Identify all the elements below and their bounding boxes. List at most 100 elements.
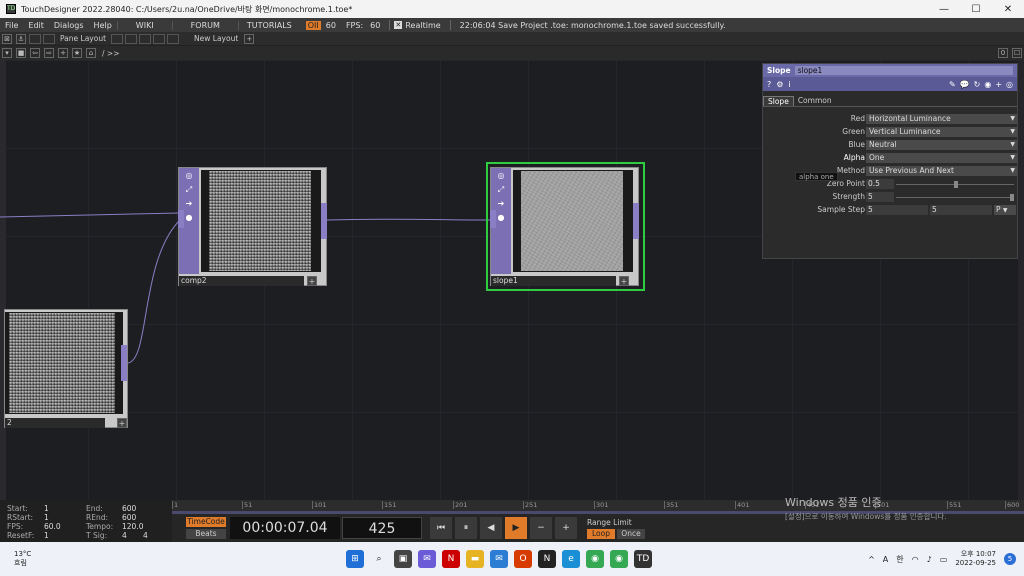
left-output-port[interactable]	[121, 345, 127, 381]
slider-knob[interactable]	[954, 181, 958, 188]
comp-input-port[interactable]	[178, 210, 184, 228]
realtime-checkbox[interactable]: ✕	[394, 21, 403, 29]
param-green-menu[interactable]: Vertical Luminance ▼	[866, 127, 1017, 137]
viewer-icon[interactable]: ◎	[184, 171, 194, 181]
color-icon[interactable]: ◉	[984, 80, 991, 89]
clock[interactable]: 오후 10:07 2022-09-25	[955, 550, 996, 568]
sample-step-mode[interactable]: P ▼	[994, 205, 1016, 215]
rewind-icon[interactable]: ⏮	[430, 517, 452, 539]
slope-node[interactable]: ◎ ⤢ ➔ ● slope1 +	[490, 167, 639, 286]
lock-icon[interactable]: ●	[496, 213, 506, 223]
slope-output-port[interactable]	[633, 203, 639, 239]
lock-icon[interactable]: ●	[184, 213, 194, 223]
pane-layout-label[interactable]: Pane Layout	[56, 34, 110, 43]
slope-node-label[interactable]: slope1	[491, 276, 616, 286]
end-value[interactable]: 600	[122, 504, 136, 513]
chat-icon[interactable]: ✉	[418, 550, 437, 568]
timecode-toggle[interactable]: TimeCode	[186, 517, 226, 527]
node-add-icon[interactable]: +	[117, 418, 127, 428]
start-icon[interactable]: ⊞	[346, 550, 365, 568]
start-value[interactable]: 1	[44, 504, 49, 513]
add-param-icon[interactable]: +	[995, 80, 1002, 89]
ime-language[interactable]: 한	[896, 554, 903, 565]
once-button[interactable]: Once	[617, 528, 645, 539]
bypass-icon[interactable]: ⤢	[496, 185, 506, 195]
left-node-label[interactable]: 2	[5, 418, 105, 428]
network-path[interactable]: / >>	[102, 49, 119, 58]
ime-mode[interactable]: A	[883, 555, 888, 564]
edge-icon[interactable]: e	[562, 550, 581, 568]
menu-file[interactable]: File	[0, 21, 23, 30]
display-icon[interactable]: ➔	[184, 199, 194, 209]
wiki-button[interactable]: WIKI	[116, 20, 172, 30]
menu-dialogs[interactable]: Dialogs	[49, 21, 89, 30]
viewer-icon[interactable]: ◎	[496, 171, 506, 181]
rend-value[interactable]: 600	[122, 513, 136, 522]
back-icon[interactable]: ⇦	[30, 48, 40, 58]
forward-icon[interactable]: ⇨	[44, 48, 54, 58]
file-explorer-icon[interactable]: ▬	[466, 550, 485, 568]
display-icon[interactable]: ➔	[496, 199, 506, 209]
oii-button[interactable]: OII	[305, 20, 321, 30]
edit-icon[interactable]: ✎	[949, 80, 956, 89]
tsig-value-2[interactable]: 4	[143, 531, 148, 540]
layout-grid-icon[interactable]	[29, 33, 41, 44]
comment-icon[interactable]: 💬	[960, 80, 970, 89]
comp-node-label[interactable]: comp2	[179, 276, 304, 286]
node-add-icon[interactable]: +	[619, 276, 629, 286]
search-icon[interactable]: ⌕	[370, 550, 388, 568]
resetf-value[interactable]: 1	[44, 531, 49, 540]
star-icon[interactable]: ★	[72, 48, 82, 58]
wifi-icon[interactable]: ◠	[912, 555, 919, 564]
close-button[interactable]: ✕	[992, 0, 1024, 18]
operator-name[interactable]: slope1	[794, 66, 1013, 75]
tab-common[interactable]: Common	[794, 96, 836, 105]
window-icon[interactable]: ☐	[1012, 48, 1022, 58]
frame-display[interactable]: 425	[342, 517, 422, 539]
help-icon[interactable]: ?	[767, 80, 771, 89]
menu-edit[interactable]: Edit	[23, 21, 49, 30]
layout-grid-icon[interactable]	[111, 33, 124, 44]
strength-field[interactable]: 5	[866, 192, 894, 202]
bypass-icon[interactable]: ⤢	[184, 185, 194, 195]
battery-icon[interactable]: ▭	[940, 555, 948, 564]
layout-grid-icon[interactable]	[43, 33, 55, 44]
timecode-display[interactable]: 00:00:07.04	[230, 517, 340, 539]
slope-input-port[interactable]	[490, 210, 496, 228]
param-alpha-menu[interactable]: One ▼	[866, 153, 1017, 163]
chrome-icon[interactable]: ◉	[586, 550, 605, 568]
layout-grid-icon[interactable]	[153, 33, 166, 44]
maximize-button[interactable]: ☐	[960, 0, 992, 18]
loop-button[interactable]: Loop	[587, 528, 615, 539]
layout-grid-icon[interactable]	[139, 33, 152, 44]
layout-grid-icon[interactable]	[167, 33, 180, 44]
tutorials-button[interactable]: TUTORIALS	[237, 20, 300, 30]
office-icon[interactable]: O	[514, 550, 533, 568]
layout-grid-icon[interactable]	[125, 33, 138, 44]
mail-icon[interactable]: ✉	[490, 550, 509, 568]
netflix-icon[interactable]: N	[442, 550, 461, 568]
stop-icon[interactable]: ■	[16, 48, 26, 58]
refresh-icon[interactable]: ↻	[974, 80, 981, 89]
zero-point-field[interactable]: 0.5	[866, 179, 894, 189]
notification-badge[interactable]: 5	[1004, 553, 1016, 565]
rstart-value[interactable]: 1	[44, 513, 49, 522]
strength-slider[interactable]	[896, 194, 1014, 201]
node-add-icon[interactable]: +	[307, 276, 317, 286]
param-red-menu[interactable]: Horizontal Luminance ▼	[866, 114, 1017, 124]
tab-slope[interactable]: Slope	[763, 95, 794, 106]
tsig-value-1[interactable]: 4	[122, 531, 127, 540]
fps-value[interactable]: 60.0	[44, 522, 61, 531]
notion-icon[interactable]: N	[538, 550, 557, 568]
task-view-icon[interactable]: ▣	[394, 550, 413, 568]
play-reverse-icon[interactable]: ◀	[480, 517, 502, 539]
play-icon[interactable]: ▶	[505, 517, 527, 539]
comp-output-port[interactable]	[321, 203, 327, 239]
new-layout-label[interactable]: New Layout	[190, 34, 242, 43]
forum-button[interactable]: FORUM	[171, 20, 238, 30]
slider-knob[interactable]	[1010, 194, 1014, 201]
volume-icon[interactable]: ♪	[927, 555, 932, 564]
minimize-button[interactable]: —	[928, 0, 960, 18]
tempo-value[interactable]: 120.0	[122, 522, 143, 531]
sample-step-field-1[interactable]: 5	[866, 205, 928, 215]
